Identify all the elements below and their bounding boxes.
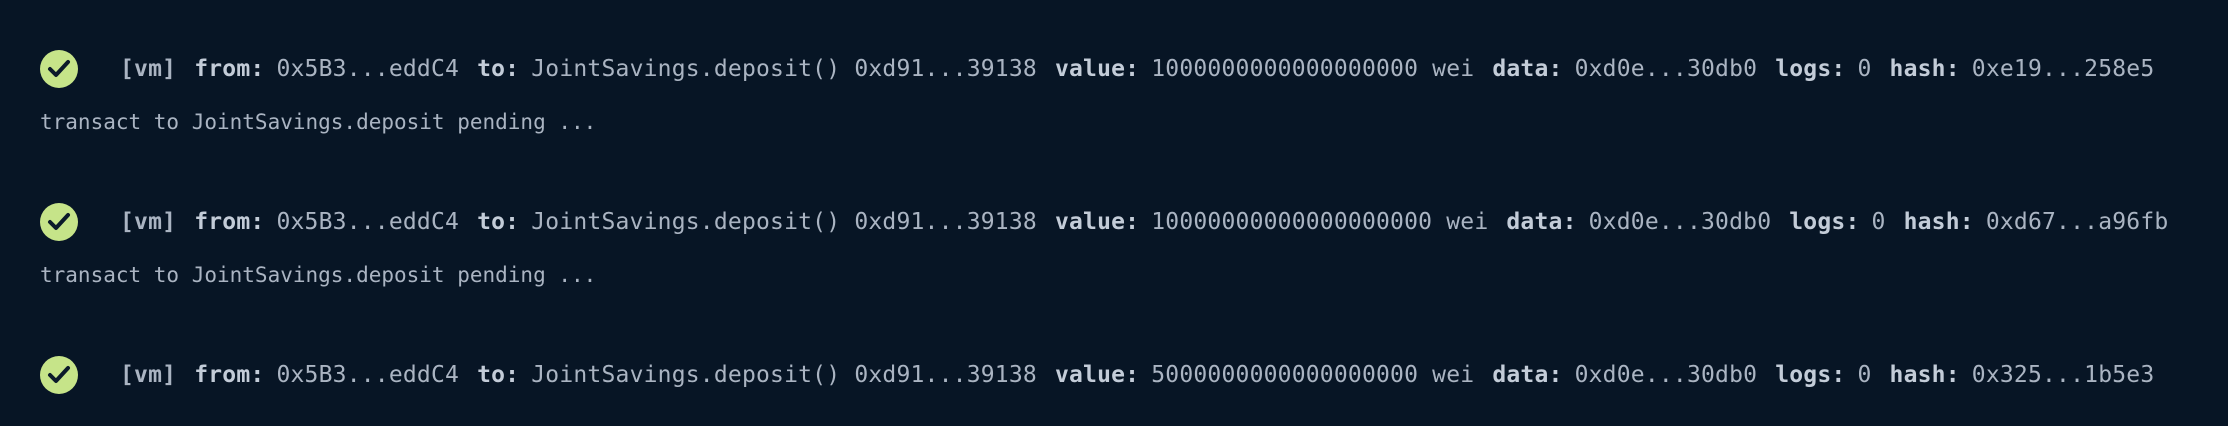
transaction-log-entry[interactable]: [vm] from: 0x5B3...eddC4 to: JointSaving…: [40, 200, 2168, 244]
transaction-log-entry[interactable]: [vm] from: 0x5B3...eddC4 to: JointSaving…: [40, 47, 2154, 91]
to-label: to:: [477, 56, 520, 82]
tx-hash: 0x325...1b5e3: [1971, 362, 2155, 388]
logs-label: logs:: [1789, 209, 1860, 235]
vm-tag: [vm]: [120, 56, 177, 82]
tx-hash: 0xe19...258e5: [1971, 56, 2155, 82]
data-value: 0xd0e...30db0: [1588, 209, 1772, 235]
from-address: 0x5B3...eddC4: [276, 209, 460, 235]
logs-label: logs:: [1775, 362, 1846, 388]
from-address: 0x5B3...eddC4: [276, 362, 460, 388]
pending-message: transact to JointSavings.deposit pending…: [40, 110, 597, 134]
value-amount: 1000000000000000000 wei: [1151, 56, 1475, 82]
to-target: JointSavings.deposit() 0xd91...39138: [531, 56, 1037, 82]
value-label: value:: [1054, 209, 1140, 235]
from-label: from:: [194, 362, 265, 388]
transaction-log-entry[interactable]: [vm] from: 0x5B3...eddC4 to: JointSaving…: [40, 353, 2154, 397]
tx-hash: 0xd67...a96fb: [1985, 209, 2169, 235]
vm-tag: [vm]: [120, 209, 177, 235]
data-label: data:: [1492, 56, 1563, 82]
logs-count: 0: [1871, 209, 1886, 235]
logs-count: 0: [1857, 56, 1872, 82]
value-label: value:: [1054, 56, 1140, 82]
hash-label: hash:: [1889, 56, 1960, 82]
check-circle-icon: [40, 50, 78, 88]
to-target: JointSavings.deposit() 0xd91...39138: [531, 209, 1037, 235]
pending-message: transact to JointSavings.deposit pending…: [40, 263, 597, 287]
data-label: data:: [1492, 362, 1563, 388]
data-label: data:: [1506, 209, 1577, 235]
remix-terminal-log: [vm] from: 0x5B3...eddC4 to: JointSaving…: [0, 0, 2228, 426]
from-label: from:: [194, 56, 265, 82]
check-circle-icon: [40, 203, 78, 241]
to-target: JointSavings.deposit() 0xd91...39138: [531, 362, 1037, 388]
check-circle-icon: [40, 356, 78, 394]
value-label: value:: [1054, 362, 1140, 388]
value-amount: 5000000000000000000 wei: [1151, 362, 1475, 388]
from-address: 0x5B3...eddC4: [276, 56, 460, 82]
to-label: to:: [477, 209, 520, 235]
hash-label: hash:: [1889, 362, 1960, 388]
hash-label: hash:: [1903, 209, 1974, 235]
value-amount: 10000000000000000000 wei: [1151, 209, 1489, 235]
data-value: 0xd0e...30db0: [1574, 362, 1758, 388]
to-label: to:: [477, 362, 520, 388]
logs-count: 0: [1857, 362, 1872, 388]
from-label: from:: [194, 209, 265, 235]
vm-tag: [vm]: [120, 362, 177, 388]
logs-label: logs:: [1775, 56, 1846, 82]
data-value: 0xd0e...30db0: [1574, 56, 1758, 82]
